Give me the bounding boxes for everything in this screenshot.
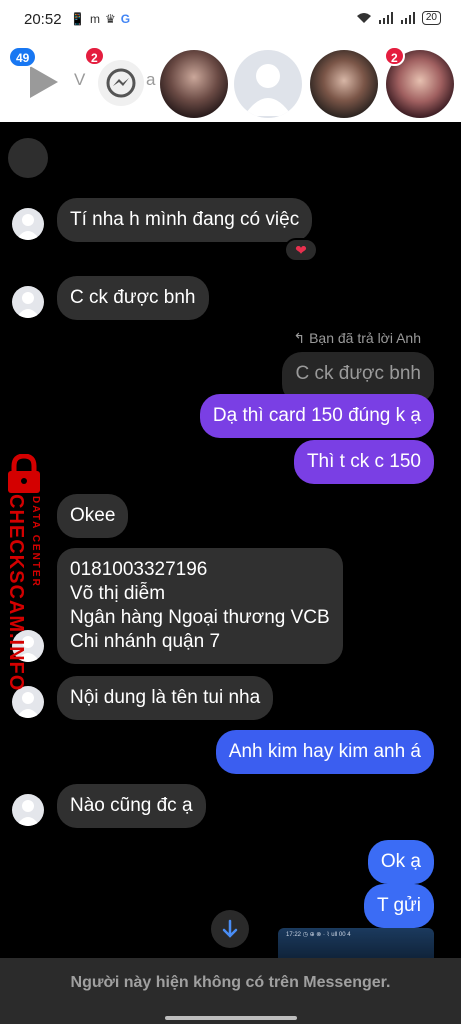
notification-icon: 📱	[70, 12, 85, 26]
outgoing-message[interactable]: Anh kim hay kim anh á	[215, 730, 434, 774]
sender-avatar	[12, 794, 44, 826]
thumbnail-status-text: 17:22 ◷ ⊕ ⊗ · ⌇ ull 00 4	[286, 932, 351, 938]
incoming-message[interactable]: Okee	[57, 494, 129, 538]
default-avatar-icon	[244, 64, 292, 116]
battery-indicator: 20	[421, 11, 441, 25]
outgoing-message[interactable]: Ok ạ	[367, 840, 434, 884]
unavailable-message: Người này hiện không có trên Messenger.	[70, 974, 391, 991]
watermark-tagline: DATA CENTER	[30, 496, 41, 588]
home-indicator[interactable]	[165, 1016, 297, 1020]
incoming-message[interactable]: C ck được bnh	[57, 276, 209, 320]
incoming-message[interactable]: 0181003327196 Võ thị diễm Ngân hàng Ngoạ…	[57, 548, 343, 664]
image-attachment-thumbnail[interactable]: 17:22 ◷ ⊕ ⊗ · ⌇ ull 00 4	[278, 928, 434, 958]
messenger-badge: 2	[84, 46, 105, 66]
google-icon: G	[120, 12, 131, 26]
incoming-message[interactable]: Tí nha h mình đang có việc	[57, 198, 313, 242]
outgoing-message[interactable]: T gửi	[363, 884, 434, 928]
messenger-notification-icon: m	[89, 12, 100, 26]
sender-avatar	[12, 208, 44, 240]
wifi-icon	[356, 13, 371, 23]
scroll-down-button[interactable]	[211, 910, 249, 948]
crown-icon: ♛	[104, 12, 116, 26]
messenger-button[interactable]	[98, 60, 144, 106]
footer-notice: Người này hiện không có trên Messenger.	[0, 958, 461, 1024]
outgoing-message[interactable]: Thì t ck c 150	[293, 440, 434, 484]
status-time: 20:52	[24, 11, 62, 28]
story-badge: 2	[384, 46, 405, 66]
incoming-message[interactable]: Nào cũng đc ạ	[57, 784, 206, 828]
partial-label: V	[74, 70, 86, 89]
reply-note: ↰ Bạn đã trả lời Anh	[293, 330, 421, 347]
story-avatar-1[interactable]	[160, 50, 228, 118]
signal-icon	[378, 12, 393, 24]
video-play-icon[interactable]	[26, 64, 60, 100]
outgoing-message[interactable]: Dạ thì card 150 đúng k ạ	[199, 394, 434, 438]
chat-thread[interactable]: Tí nha h mình đang có việc ❤ C ck được b…	[0, 122, 461, 958]
reply-icon: ↰	[293, 330, 310, 346]
arrow-down-icon	[222, 919, 238, 938]
watermark: CHECKSCAM.INFO DATA CENTER	[0, 454, 60, 691]
sender-avatar	[8, 138, 48, 178]
messenger-icon	[106, 68, 136, 98]
story-avatar-3[interactable]	[310, 50, 378, 118]
watermark-brand: CHECKSCAM.INFO	[5, 494, 27, 692]
unread-count-badge: 49	[8, 46, 38, 68]
status-bar: 20:52 📱 m ♛ G 20	[0, 0, 461, 40]
sender-avatar	[12, 286, 44, 318]
reply-note-label: Bạn đã trả lời Anh	[309, 330, 421, 346]
lock-icon	[8, 454, 40, 493]
heart-reaction-icon[interactable]: ❤	[284, 238, 318, 262]
top-header: 49 V 2 a 2	[0, 40, 461, 122]
incoming-message[interactable]: Nội dung là tên tui nha	[57, 676, 274, 720]
signal-icon	[400, 12, 415, 24]
partial-label-2: a	[146, 70, 156, 89]
status-right: 20	[356, 11, 441, 25]
story-avatar-2[interactable]	[234, 50, 302, 118]
status-app-icons: 📱 m ♛ G	[70, 12, 130, 26]
